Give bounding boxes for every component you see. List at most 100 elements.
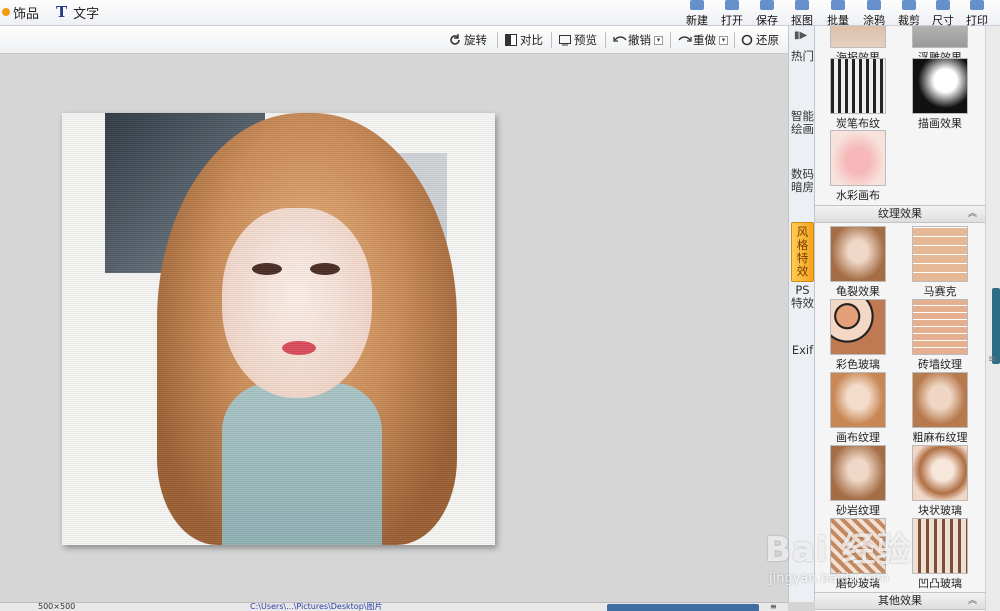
effect-thumbnail [912,26,968,48]
effect-brick-texture[interactable]: 砖墙纹理 [900,299,980,372]
open-button[interactable]: 打开 [713,0,751,27]
effect-thumbnail [830,58,886,114]
tab-ornament-label: 饰品 [13,6,40,22]
effect-frosted-glass[interactable]: 磨砂玻璃 [818,518,898,591]
effect-label: 彩色玻璃 [836,358,880,371]
canvas-texture-overlay [62,113,495,545]
effect-label: 块状玻璃 [918,504,962,517]
edited-photo[interactable] [62,113,495,545]
effect-label: 磨砂玻璃 [836,577,880,590]
redo-button[interactable]: 重做 ▾ [678,31,728,49]
effect-thumbnail [830,518,886,574]
image-dimensions: 500×500 [38,602,76,611]
compare-button[interactable]: 对比 [505,31,543,49]
effect-crackle[interactable]: 龟裂效果 [818,226,898,299]
undo-button[interactable]: 撤销 ▾ [613,31,663,49]
rotate-icon [449,34,461,46]
cutout-icon [795,0,809,10]
edit-toolbar: 旋转 对比 预览 撤销 ▾ 重做 ▾ 还原 [0,26,788,54]
doodle-icon [867,0,881,10]
effect-label: 粗麻布纹理 [912,431,968,444]
effect-stained-glass[interactable]: 彩色玻璃 [818,299,898,372]
effect-thumbnail [912,518,968,574]
effect-mosaic[interactable]: 马赛克 [900,226,980,299]
redo-label: 重做 [693,33,716,47]
effect-thumbnail [912,445,968,501]
category-tabs: ▮▶ 热门 智能绘画 数码暗房 风格特效 PS特效 Exif [788,26,815,602]
separator [551,32,552,48]
resize-button[interactable]: 尺寸 [924,0,962,27]
effect-thumbnail [912,299,968,355]
tab-digital-darkroom[interactable]: 数码暗房 [791,168,814,194]
tab-text[interactable]: T 文字 [56,2,99,22]
effect-burlap-texture[interactable]: 粗麻布纹理 [900,372,980,445]
section-other-effects[interactable]: 其他效果 ︽ [815,592,985,610]
effect-charcoal-cloth[interactable]: 炭笔布纹 [818,58,898,131]
section-texture-effects[interactable]: 纹理效果 ︽ [815,205,985,223]
print-button[interactable]: 打印 [958,0,996,27]
effect-line-drawing[interactable]: 描画效果 [900,58,980,131]
crop-button[interactable]: 裁剪 [890,0,928,27]
status-bar: 500×500 C:\Users\...\Pictures\Desktop\图片… [0,602,788,611]
effect-thumbnail [912,372,968,428]
new-button[interactable]: 新建 [678,0,716,27]
scrollbar-thumb[interactable] [992,288,1000,364]
chevron-up-icon: ︽ [967,596,977,606]
effect-thumbnail [830,226,886,282]
effect-block-glass[interactable]: 块状玻璃 [900,445,980,518]
tab-ornament[interactable]: 饰品 [2,2,39,22]
effect-embossed-glass[interactable]: 凹凸玻璃 [900,518,980,591]
tab-hot[interactable]: 热门 [791,50,814,63]
status-progress [607,604,759,611]
effect-label: 画布纹理 [836,431,880,444]
collapse-panel-icon[interactable]: ▮▶ [794,30,807,41]
effect-thumbnail [912,226,968,282]
effect-canvas-texture[interactable]: 画布纹理 [818,372,898,445]
effect-watercolor-canvas[interactable]: 水彩画布 [818,130,898,203]
panel-scrollbar[interactable]: ≡ [985,26,1000,611]
main-toolbar: 饰品 T 文字 新建 打开 保存 抠图 批量 涂鸦 裁剪 尺寸 打印 [0,0,1000,27]
preview-button[interactable]: 预览 [559,31,597,49]
restore-button[interactable]: 还原 [741,31,779,49]
grip-icon: ≡ [770,602,777,611]
photo-editor-window: 饰品 T 文字 新建 打开 保存 抠图 批量 涂鸦 裁剪 尺寸 打印 旋转 对比… [0,0,1000,611]
separator [497,32,498,48]
tab-exif-label: Exif [791,343,814,357]
file-path: C:\Users\...\Pictures\Desktop\图片 [250,602,383,611]
restore-icon [741,34,753,46]
effect-label: 砂岩纹理 [836,504,880,517]
text-icon: T [56,3,68,21]
effect-thumbnail [830,445,886,501]
compare-icon [505,34,517,46]
effect-sandstone-texture[interactable]: 砂岩纹理 [818,445,898,518]
chevron-up-icon: ︽ [967,209,977,219]
cutout-button[interactable]: 抠图 [783,0,821,27]
tab-smart-paint[interactable]: 智能绘画 [791,110,814,136]
tab-style-effects[interactable]: 风格特效 [791,222,814,282]
effect-thumbnail [830,26,886,48]
doodle-button[interactable]: 涂鸦 [855,0,893,27]
save-button[interactable]: 保存 [748,0,786,27]
rotate-label: 旋转 [464,33,487,47]
grip-icon: ≡ [988,354,997,365]
effect-label: 炭笔布纹 [836,117,880,130]
save-icon [760,0,774,10]
tab-ps-effects[interactable]: PS特效 [791,284,814,310]
undo-dropdown-icon[interactable]: ▾ [654,35,663,45]
batch-button[interactable]: 批量 [819,0,857,27]
rotate-button[interactable]: 旋转 [449,31,487,49]
undo-label: 撤销 [628,33,651,47]
undo-icon [613,34,627,46]
tab-smart-paint-label: 智能绘画 [791,109,814,136]
effect-thumbnail [830,299,886,355]
redo-icon [678,34,692,46]
effect-thumbnail [830,130,886,186]
separator [605,32,606,48]
tab-exif[interactable]: Exif [791,344,814,357]
redo-dropdown-icon[interactable]: ▾ [719,35,728,45]
preview-icon [559,34,571,46]
separator [670,32,671,48]
tab-ps-effects-label: PS特效 [791,283,814,310]
effect-thumbnail [912,58,968,114]
ornament-icon [2,8,10,16]
